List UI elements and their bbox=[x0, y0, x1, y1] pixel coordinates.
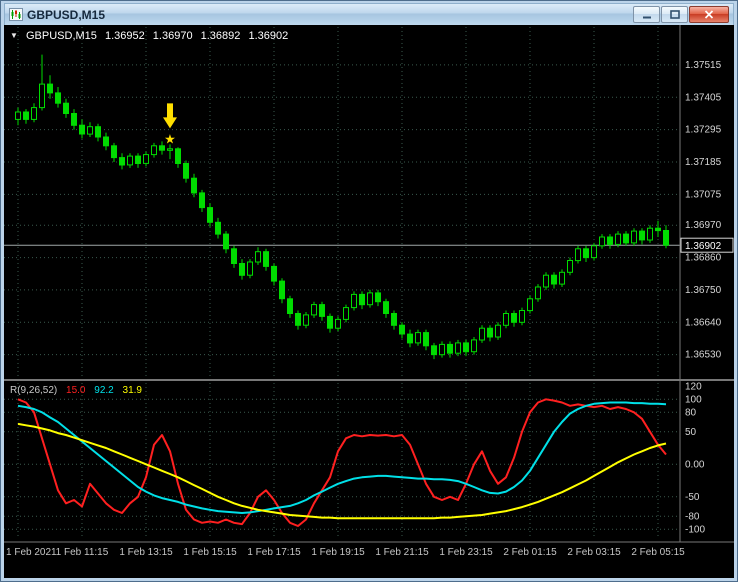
price-label: 1.37185 bbox=[685, 157, 722, 168]
minimize-button[interactable] bbox=[633, 6, 660, 23]
ohlc-open: 1.36952 bbox=[104, 30, 145, 42]
chart-content: ★ 1.37515 1.37405 1.37295 1.37185 1.37075 1.36… bbox=[4, 25, 734, 578]
indicator-line-fast bbox=[17, 398, 667, 527]
price-label: 1.37075 bbox=[685, 189, 722, 200]
ohlc-close: 1.36902 bbox=[248, 30, 289, 42]
chart-canvas[interactable]: ★ 1.37515 1.37405 1.37295 1.37185 1.37075 1.36… bbox=[4, 25, 734, 578]
indicator-label: R(9,26,52) 15.0 92.2 31.9 bbox=[10, 385, 148, 396]
indicator-axis-label: -50 bbox=[685, 492, 700, 503]
window-titlebar[interactable]: GBPUSD,M15 bbox=[4, 3, 734, 25]
close-button[interactable] bbox=[689, 6, 729, 23]
indicator-name: R(9,26,52) bbox=[10, 385, 58, 396]
time-label: 1 Feb 11:15 bbox=[56, 547, 109, 558]
chart-window-icon bbox=[9, 8, 23, 21]
indicator-axis-label: 50 bbox=[685, 427, 697, 438]
price-label: 1.36530 bbox=[685, 350, 722, 361]
time-label: 2 Feb 05:15 bbox=[631, 547, 685, 558]
indicator-lines bbox=[17, 398, 667, 527]
ohlc-high: 1.36970 bbox=[152, 30, 193, 42]
time-label: 1 Feb 21:15 bbox=[375, 547, 429, 558]
time-label: 1 Feb 13:15 bbox=[119, 547, 173, 558]
indicator-axis-label: -100 bbox=[685, 524, 705, 535]
window-title: GBPUSD,M15 bbox=[27, 7, 106, 22]
candlestick-series bbox=[15, 54, 669, 360]
time-label: 2 Feb 03:15 bbox=[567, 547, 621, 558]
time-label: 1 Feb 19:15 bbox=[311, 547, 365, 558]
price-label: 1.37295 bbox=[685, 125, 722, 136]
arrow-down-icon bbox=[163, 103, 177, 129]
horizontal-gridlines bbox=[4, 64, 680, 356]
indicator-axis-label: 100 bbox=[685, 394, 702, 405]
indicator-value-1: 15.0 bbox=[66, 385, 86, 396]
indicator-axis-label: 0.00 bbox=[685, 459, 705, 470]
indicator-value-2: 92.2 bbox=[94, 385, 114, 396]
time-label: 1 Feb 15:15 bbox=[183, 547, 237, 558]
indicator-axis-label: 80 bbox=[685, 407, 697, 418]
price-label: 1.36750 bbox=[685, 285, 722, 296]
chart-annotations: ★ bbox=[163, 103, 177, 146]
time-label: 1 Feb 23:15 bbox=[439, 547, 493, 558]
price-label: 1.37405 bbox=[685, 92, 722, 103]
star-icon: ★ bbox=[164, 131, 176, 146]
time-label: 1 Feb 17:15 bbox=[247, 547, 301, 558]
maximize-button[interactable] bbox=[661, 6, 688, 23]
price-label: 1.36640 bbox=[685, 317, 722, 328]
indicator-axis[interactable]: 120 100 80 50 0.00 -50 -80 -100 bbox=[685, 381, 705, 535]
indicator-value-3: 31.9 bbox=[122, 385, 142, 396]
time-label: 1 Feb 2021 bbox=[6, 547, 57, 558]
ohlc-header: ▼ GBPUSD,M15 1.36952 1.36970 1.36892 1.3… bbox=[10, 30, 293, 42]
window-controls bbox=[633, 6, 729, 23]
indicator-line-slow bbox=[17, 422, 667, 520]
indicator-axis-label: 120 bbox=[685, 381, 702, 392]
price-label: 1.37515 bbox=[685, 60, 722, 71]
indicator-level-lines bbox=[4, 398, 680, 530]
price-label: 1.36860 bbox=[685, 253, 722, 264]
ohlc-low: 1.36892 bbox=[200, 30, 241, 42]
price-label: 1.36970 bbox=[685, 220, 722, 231]
mt4-chart-window: GBPUSD,M15 ★ 1.37515 1.37405 1.37295 1.37185… bbox=[0, 0, 738, 582]
price-axis[interactable]: 1.37515 1.37405 1.37295 1.37185 1.37075 1.369… bbox=[680, 60, 734, 361]
time-axis[interactable]: 1 Feb 2021 1 Feb 11:15 1 Feb 13:15 1 Feb 15… bbox=[6, 547, 685, 558]
current-price-label: 1.36902 bbox=[685, 241, 722, 252]
collapse-arrow-icon[interactable]: ▼ bbox=[10, 31, 18, 40]
ohlc-symbol: GBPUSD,M15 bbox=[25, 30, 97, 42]
indicator-axis-label: -80 bbox=[685, 511, 700, 522]
time-label: 2 Feb 01:15 bbox=[503, 547, 557, 558]
